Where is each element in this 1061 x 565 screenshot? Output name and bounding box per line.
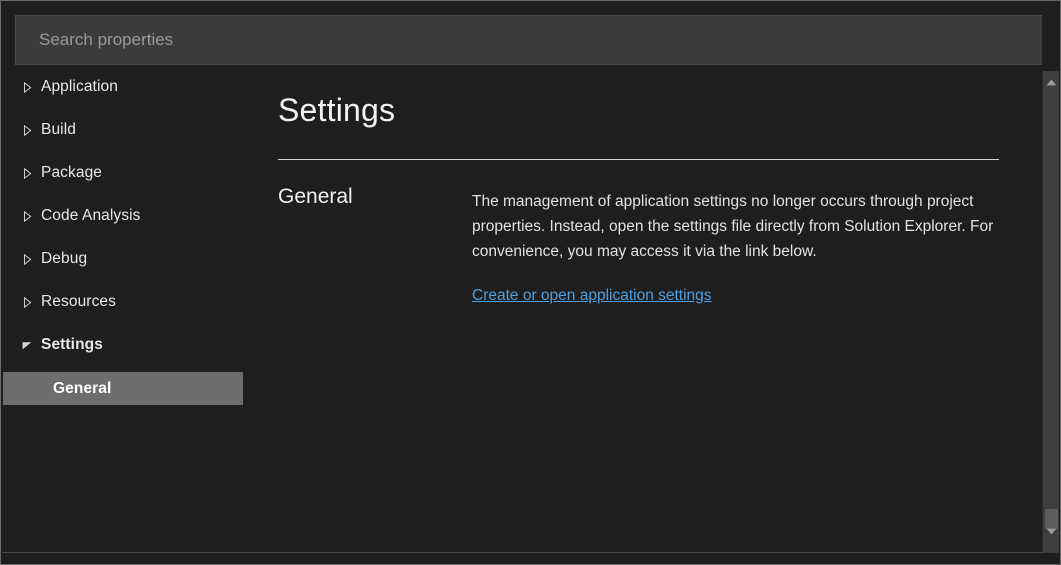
chevron-down-icon[interactable]: [17, 335, 37, 355]
properties-tree: Application Build Package Code Analysis: [2, 71, 264, 553]
triangle-down-icon: [1046, 522, 1057, 540]
chevron-right-icon[interactable]: [17, 163, 37, 183]
scroll-down-button[interactable]: [1043, 522, 1059, 539]
sidebar-item-label: Resources: [41, 293, 116, 310]
sidebar-item-label: General: [53, 379, 112, 397]
section-description: The management of application settings n…: [472, 193, 994, 260]
sidebar-item-label: Application: [41, 78, 118, 95]
title-divider: [278, 159, 999, 160]
chevron-right-icon[interactable]: [17, 206, 37, 226]
sidebar-item-label: Settings: [41, 336, 103, 353]
chevron-right-icon[interactable]: [17, 77, 37, 97]
search-region: [2, 2, 1044, 71]
vertical-scrollbar[interactable]: [1042, 71, 1059, 553]
section-heading: General: [278, 185, 353, 208]
search-box[interactable]: [15, 15, 1044, 65]
sidebar-item-build[interactable]: Build: [3, 114, 263, 146]
sidebar-item-code-analysis[interactable]: Code Analysis: [3, 200, 263, 232]
sidebar-item-settings[interactable]: Settings: [3, 329, 263, 361]
chevron-right-icon[interactable]: [17, 249, 37, 269]
properties-window: Application Build Package Code Analysis: [0, 0, 1061, 565]
settings-content-pane: Settings General The management of appli…: [264, 71, 1044, 553]
body-area: Application Build Package Code Analysis: [2, 71, 1044, 553]
sidebar-item-label: Package: [41, 164, 103, 181]
sidebar-item-package[interactable]: Package: [3, 157, 263, 189]
search-input[interactable]: [16, 16, 1043, 64]
sidebar-item-application[interactable]: Application: [3, 71, 263, 103]
chevron-right-icon[interactable]: [17, 292, 37, 312]
sidebar-item-debug[interactable]: Debug: [3, 243, 263, 275]
window-bottom-strip: [2, 552, 1044, 563]
triangle-up-icon: [1046, 73, 1057, 91]
top-right-gutter: [1042, 2, 1059, 71]
scroll-up-button[interactable]: [1043, 73, 1059, 90]
chevron-right-icon[interactable]: [17, 120, 37, 140]
sidebar-item-general[interactable]: General: [3, 372, 243, 405]
create-or-open-application-settings-link[interactable]: Create or open application settings: [472, 287, 712, 305]
section-body: The management of application settings n…: [472, 189, 1000, 305]
sidebar-item-label: Debug: [41, 250, 88, 267]
sidebar-item-resources[interactable]: Resources: [3, 286, 263, 318]
page-title: Settings: [278, 92, 396, 128]
sidebar-item-label: Build: [41, 121, 76, 138]
sidebar-item-label: Code Analysis: [41, 207, 141, 224]
